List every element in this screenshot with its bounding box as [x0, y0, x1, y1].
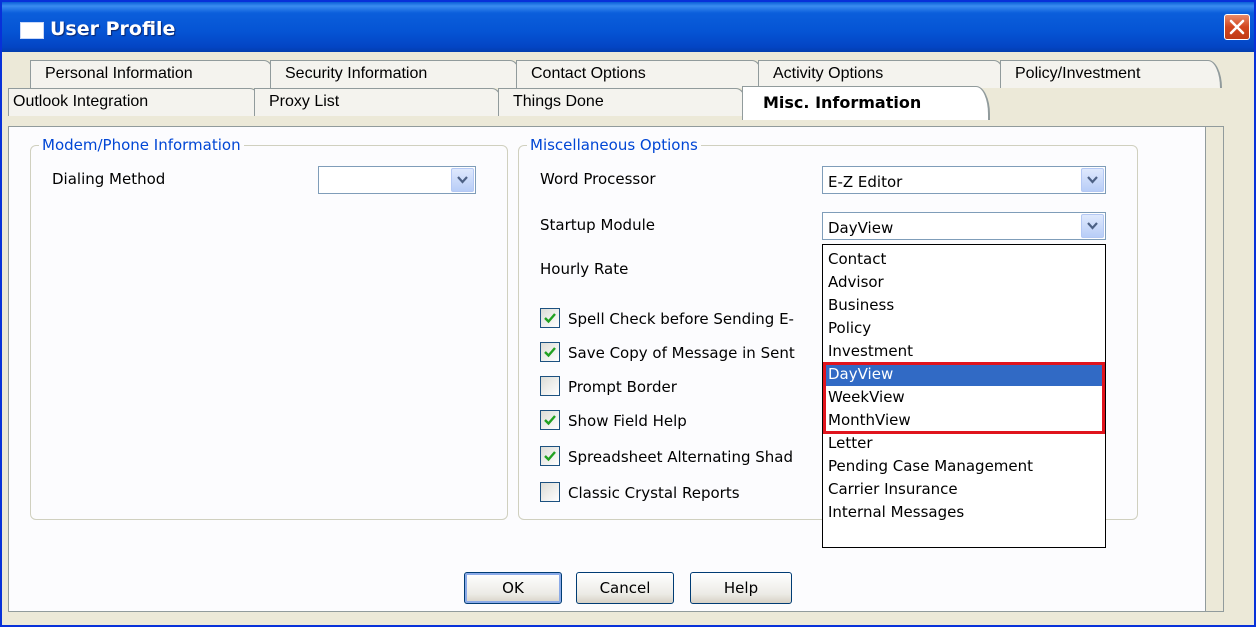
checkmark-icon [544, 347, 556, 358]
spreadsheet-shading-checkbox[interactable] [540, 446, 560, 466]
tab-outlook-integration[interactable]: Outlook Integration [8, 88, 264, 116]
word-processor-value: E-Z Editor [828, 173, 903, 191]
word-processor-select[interactable]: E-Z Editor [822, 166, 1106, 194]
spell-check-checkbox[interactable] [540, 308, 560, 328]
list-item[interactable]: Pending Case Management [824, 455, 1104, 478]
spell-check-label[interactable]: Spell Check before Sending E- [568, 310, 794, 328]
chevron-down-icon[interactable] [1081, 214, 1104, 238]
dialing-method-select[interactable] [318, 166, 476, 194]
list-item[interactable]: Advisor [824, 271, 1104, 294]
tab-proxy-list[interactable]: Proxy List [254, 88, 506, 116]
chevron-down-icon[interactable] [451, 168, 474, 192]
tab-activity-options[interactable]: Activity Options [758, 60, 1008, 88]
list-item[interactable]: Letter [824, 432, 1104, 455]
user-profile-window: User Profile Personal Information Securi… [0, 0, 1256, 627]
window-icon [20, 22, 44, 39]
close-button[interactable] [1224, 14, 1250, 40]
chevron-down-icon[interactable] [1081, 168, 1104, 192]
tab-contact-options[interactable]: Contact Options [516, 60, 766, 88]
list-item[interactable]: Carrier Insurance [824, 478, 1104, 501]
tab-security-information[interactable]: Security Information [270, 60, 524, 88]
show-field-help-label[interactable]: Show Field Help [568, 412, 687, 430]
list-item[interactable]: WeekView [824, 386, 1104, 409]
help-button[interactable]: Help [690, 572, 792, 604]
hourly-rate-label: Hourly Rate [540, 260, 629, 278]
spreadsheet-shading-label[interactable]: Spreadsheet Alternating Shad [568, 448, 793, 466]
list-item[interactable]: Policy [824, 317, 1104, 340]
show-field-help-checkbox[interactable] [540, 410, 560, 430]
list-item[interactable]: Investment [824, 340, 1104, 363]
classic-crystal-reports-checkbox[interactable] [540, 482, 560, 502]
save-copy-label[interactable]: Save Copy of Message in Sent [568, 344, 795, 362]
word-processor-label: Word Processor [540, 170, 656, 188]
panel-scrollbar[interactable] [1205, 127, 1223, 611]
misc-options-legend: Miscellaneous Options [530, 136, 698, 154]
title-bar[interactable]: User Profile [2, 2, 1254, 52]
list-item[interactable]: Contact [824, 248, 1104, 271]
list-item-selected[interactable]: DayView [824, 363, 1104, 386]
checkmark-icon [544, 415, 556, 426]
save-copy-checkbox[interactable] [540, 342, 560, 362]
startup-module-value: DayView [828, 219, 894, 237]
tab-misc-information[interactable]: Misc. Information [742, 86, 990, 120]
prompt-border-label[interactable]: Prompt Border [568, 378, 677, 396]
startup-module-label: Startup Module [540, 216, 655, 234]
classic-crystal-reports-label[interactable]: Classic Crystal Reports [568, 484, 740, 502]
modem-phone-legend: Modem/Phone Information [42, 136, 241, 154]
prompt-border-checkbox[interactable] [540, 376, 560, 396]
list-item[interactable]: MonthView [824, 409, 1104, 432]
tab-policy-investment[interactable]: Policy/Investment [1000, 60, 1222, 88]
tab-things-done[interactable]: Things Done [498, 88, 750, 116]
window-title: User Profile [50, 18, 176, 40]
ok-button[interactable]: OK [464, 572, 562, 604]
startup-module-select[interactable]: DayView [822, 212, 1106, 240]
checkmark-icon [544, 451, 556, 462]
list-item[interactable]: Internal Messages [824, 501, 1104, 524]
close-icon [1229, 19, 1245, 35]
startup-module-dropdown-list[interactable]: Contact Advisor Business Policy Investme… [822, 244, 1106, 548]
list-item[interactable]: Business [824, 294, 1104, 317]
cancel-button[interactable]: Cancel [576, 572, 674, 604]
checkmark-icon [544, 313, 556, 324]
dialing-method-label: Dialing Method [52, 170, 166, 188]
tab-personal-information[interactable]: Personal Information [30, 60, 278, 88]
